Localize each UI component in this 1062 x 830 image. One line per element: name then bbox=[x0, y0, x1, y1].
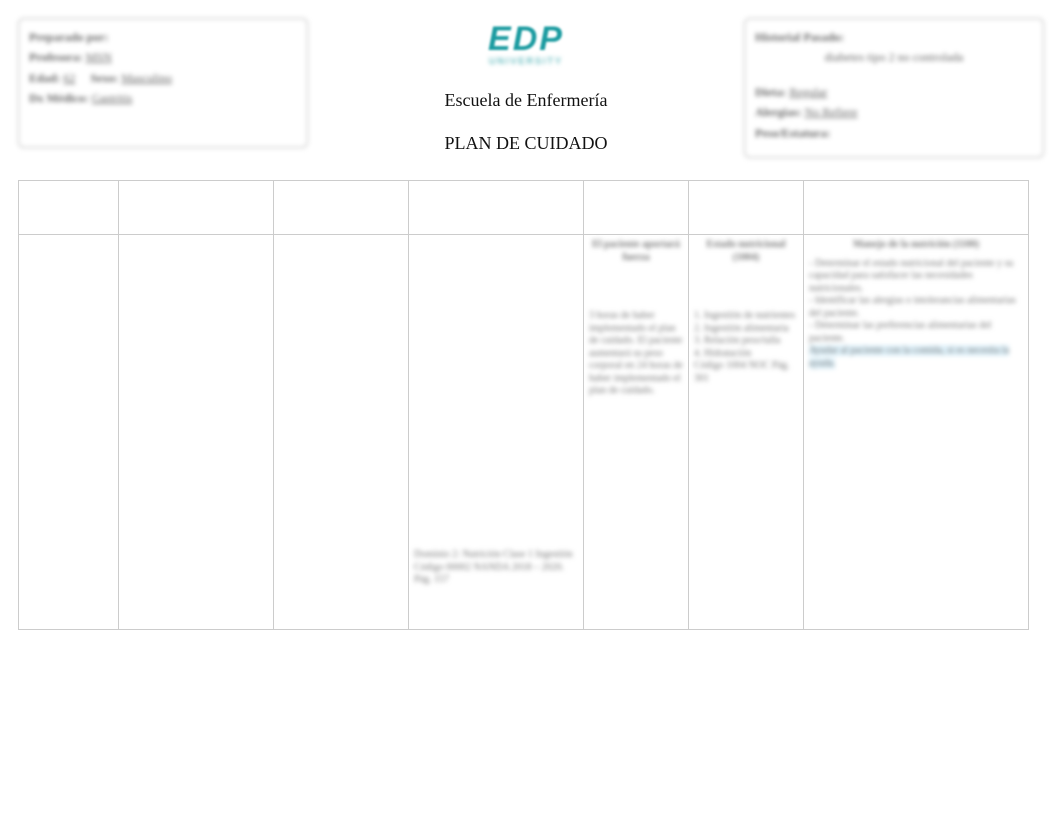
prepared-by-box: Preparado por: Profesora: MSN Edad: 62 S… bbox=[18, 18, 308, 148]
age-label: Edad: bbox=[29, 71, 60, 85]
objetivo-title: El paciente aportará fuerza bbox=[589, 239, 683, 264]
center-title-block: EDP UNIVERSITY Escuela de Enfermería PLA… bbox=[328, 18, 724, 154]
table-header bbox=[19, 181, 119, 235]
table-header bbox=[804, 181, 1029, 235]
care-plan-table: Dominio 2: Nutrición Clase 1 Ingestión C… bbox=[18, 180, 1029, 630]
noc-body: 1. Ingestión de nutrientes 2. Ingestión … bbox=[694, 310, 795, 384]
allergies-label: Alergias: bbox=[755, 105, 802, 119]
professor-value: MSN bbox=[86, 50, 112, 64]
cell-dominio: Dominio 2: Nutrición Clase 1 Ingestión C… bbox=[409, 235, 584, 630]
sex-value: Masculino bbox=[121, 71, 172, 85]
nic-bullets: - Determinar el estado nutricional del p… bbox=[809, 258, 1023, 346]
logo-subtext: UNIVERSITY bbox=[489, 56, 563, 66]
nic-title: Manejo de la nutrición (1100) bbox=[809, 239, 1023, 252]
allergies-value: No Refiere bbox=[805, 105, 858, 119]
sex-label: Sexo: bbox=[90, 71, 118, 85]
header-region: Preparado por: Profesora: MSN Edad: 62 S… bbox=[18, 18, 1044, 158]
cell-nic: Manejo de la nutrición (1100) - Determin… bbox=[804, 235, 1029, 630]
document-title: PLAN DE CUIDADO bbox=[445, 133, 608, 154]
nic-highlight: Ayudar al paciente con la comida, si es … bbox=[809, 345, 1009, 369]
objetivo-body: 3 horas de haber implementado el plan de… bbox=[589, 310, 683, 396]
weight-height-label: Peso/Estatura: bbox=[755, 126, 830, 140]
diet-label: Dieta: bbox=[755, 85, 786, 99]
history-label: Historial Pasado: bbox=[755, 30, 844, 44]
dx-value: Gastritis bbox=[92, 91, 133, 105]
noc-title: Estado nutricional (1004) bbox=[694, 239, 798, 264]
cell-analisis bbox=[119, 235, 274, 630]
diet-value: Regular bbox=[789, 85, 827, 99]
history-value: diabetes tipo 2 no controlada bbox=[825, 50, 964, 64]
table-header bbox=[689, 181, 804, 235]
age-value: 62 bbox=[63, 71, 75, 85]
dx-label: Dx Médico: bbox=[29, 91, 89, 105]
logo: EDP UNIVERSITY bbox=[488, 22, 564, 66]
table-header-row bbox=[19, 181, 1029, 235]
cell-dx bbox=[274, 235, 409, 630]
cell-noc: Estado nutricional (1004) 1. Ingestión d… bbox=[689, 235, 804, 630]
professor-label: Profesora: bbox=[29, 50, 83, 64]
table-header bbox=[119, 181, 274, 235]
school-name: Escuela de Enfermería bbox=[445, 90, 608, 111]
prepared-by-label: Preparado por: bbox=[29, 30, 108, 44]
table-row: Dominio 2: Nutrición Clase 1 Ingestión C… bbox=[19, 235, 1029, 630]
table-header bbox=[409, 181, 584, 235]
logo-text: EDP bbox=[488, 22, 564, 56]
history-box: Historial Pasado: diabetes tipo 2 no con… bbox=[744, 18, 1044, 158]
cell-estimado bbox=[19, 235, 119, 630]
table-header bbox=[584, 181, 689, 235]
table-header bbox=[274, 181, 409, 235]
cell-objetivo: El paciente aportará fuerza 3 horas de h… bbox=[584, 235, 689, 630]
dominio-text: Dominio 2: Nutrición Clase 1 Ingestión C… bbox=[414, 549, 573, 585]
